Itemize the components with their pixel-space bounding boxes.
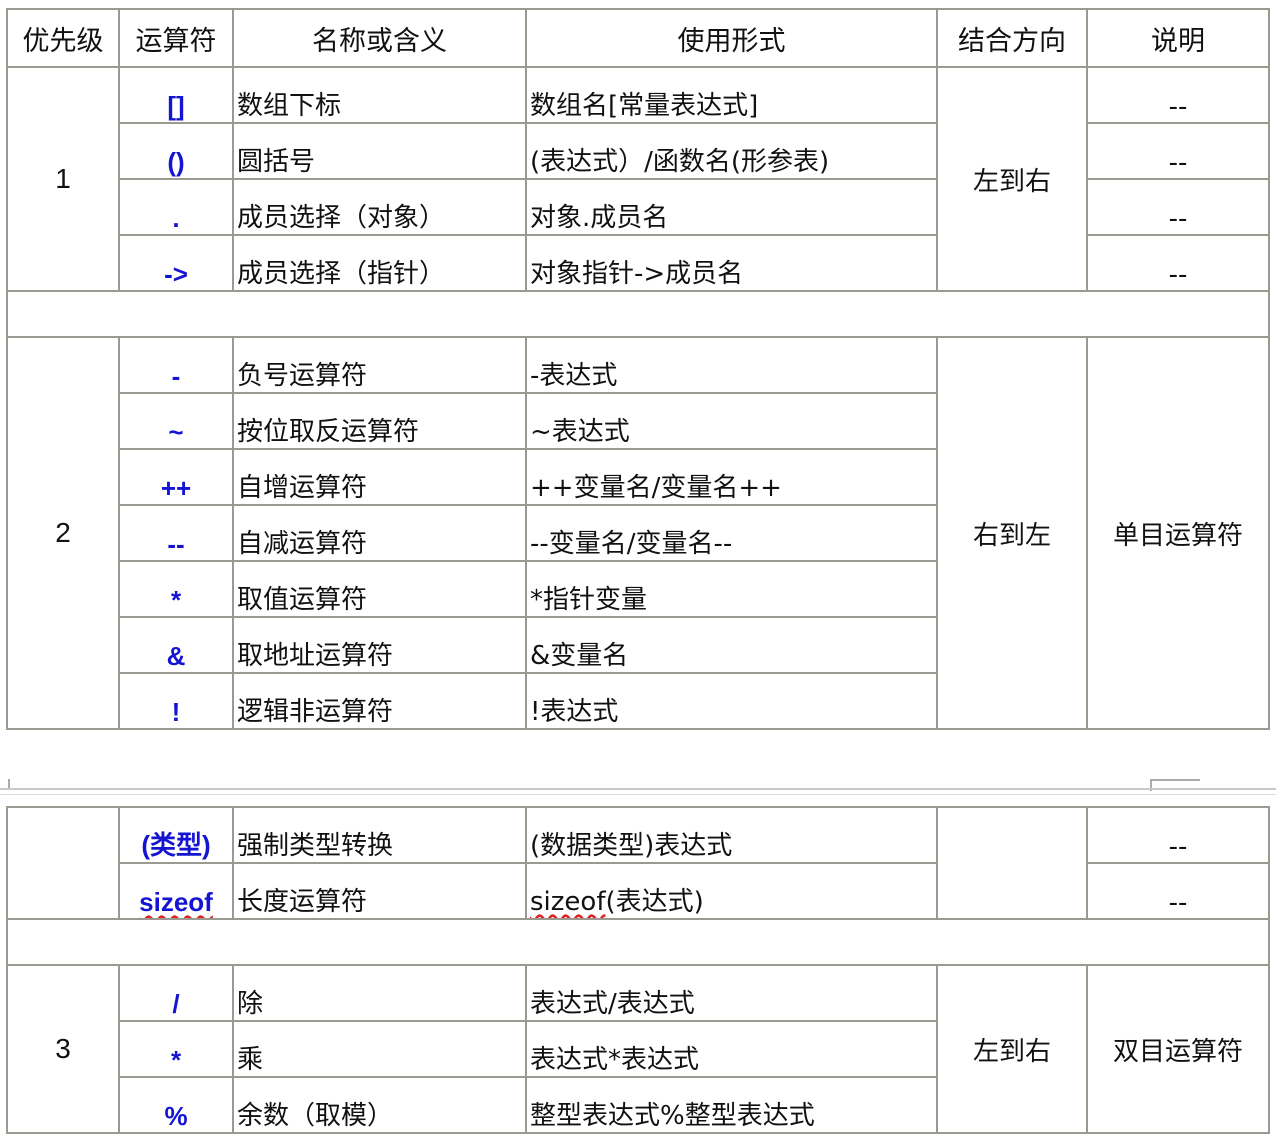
name-cell: 圆括号 [232,122,527,180]
assoc-cell: 右到左 [936,336,1088,730]
note-cell: 单目运算符 [1086,336,1270,730]
note-cell: -- [1086,66,1270,124]
operator-cell: [] [118,66,234,124]
usage-cell: &变量名 [525,616,938,674]
name-cell: 取值运算符 [232,560,527,618]
operator-cell: () [118,122,234,180]
operator-cell: - [118,336,234,394]
note-cell: -- [1086,806,1270,864]
usage-cell: !表达式 [525,672,938,730]
operator-cell: . [118,178,234,236]
spacer-cell [6,918,1270,966]
operator-cell: * [118,560,234,618]
usage-cell: (表达式）/函数名(形参表) [525,122,938,180]
name-cell: 乘 [232,1020,527,1078]
usage-cell: 表达式*表达式 [525,1020,938,1078]
usage-cell: -表达式 [525,336,938,394]
usage-cell: --变量名/变量名-- [525,504,938,562]
header-row: 优先级 运算符 名称或含义 使用形式 结合方向 说明 [6,8,1270,68]
name-cell: 除 [232,964,527,1022]
name-cell: 自减运算符 [232,504,527,562]
operator-cell: (类型) [118,806,234,864]
name-cell: 负号运算符 [232,336,527,394]
assoc-cell: 左到右 [936,66,1088,292]
usage-text: (表达式) [605,887,704,917]
priority-cell: 1 [6,66,120,292]
name-cell: 余数（取模） [232,1076,527,1134]
header-note: 说明 [1086,8,1270,68]
table-row: 3 / 除 表达式/表达式 左到右 双目运算符 [6,964,1270,1134]
spellcheck-underlined-text: sizeof [139,887,213,917]
usage-cell: 数组名[常量表达式] [525,66,938,124]
operator-cell: ! [118,672,234,730]
header-priority: 优先级 [6,8,120,68]
operator-cell: / [118,964,234,1022]
note-cell: -- [1086,178,1270,236]
name-cell: 自增运算符 [232,448,527,506]
operator-cell: * [118,1020,234,1078]
name-cell: 取地址运算符 [232,616,527,674]
spacer-row [6,290,1270,338]
name-cell: 长度运算符 [232,862,527,920]
header-assoc: 结合方向 [936,8,1088,68]
operator-precedence-table: 优先级 运算符 名称或含义 使用形式 结合方向 说明 1 [] 数组下标 数组名… [6,8,1270,730]
name-cell: 成员选择（指针） [232,234,527,292]
operator-cell: -- [118,504,234,562]
note-cell: -- [1086,122,1270,180]
operator-cell: ~ [118,392,234,450]
operator-cell: ++ [118,448,234,506]
usage-cell: ++变量名/变量名++ [525,448,938,506]
priority-cell [6,806,120,920]
usage-cell: ~表达式 [525,392,938,450]
usage-cell: (数据类型)表达式 [525,806,938,864]
assoc-cell: 左到右 [936,964,1088,1134]
usage-cell: 整型表达式%整型表达式 [525,1076,938,1134]
operator-cell: -> [118,234,234,292]
name-cell: 数组下标 [232,66,527,124]
note-cell: -- [1086,234,1270,292]
name-cell: 逻辑非运算符 [232,672,527,730]
usage-cell: 表达式/表达式 [525,964,938,1022]
header-operator: 运算符 [118,8,234,68]
operator-cell: & [118,616,234,674]
operator-cell: sizeof [118,862,234,920]
table-row: 2 - 负号运算符 -表达式 右到左 单目运算符 [6,336,1270,730]
table-row: 1 [] 数组下标 数组名[常量表达式] 左到右 -- [6,66,1270,292]
table-row: (类型) 强制类型转换 (数据类型)表达式 -- [6,806,1270,920]
page-break [0,788,1276,795]
operator-cell: % [118,1076,234,1134]
spacer-row [6,918,1270,966]
note-cell: -- [1086,862,1270,920]
usage-cell: *指针变量 [525,560,938,618]
usage-cell: sizeof(表达式) [525,862,938,920]
name-cell: 按位取反运算符 [232,392,527,450]
priority-cell: 2 [6,336,120,730]
name-cell: 成员选择（对象） [232,178,527,236]
usage-cell: 对象.成员名 [525,178,938,236]
assoc-cell [936,806,1088,920]
priority-cell: 3 [6,964,120,1134]
note-cell: 双目运算符 [1086,964,1270,1134]
name-cell: 强制类型转换 [232,806,527,864]
usage-cell: 对象指针->成员名 [525,234,938,292]
operator-precedence-table-continued: (类型) 强制类型转换 (数据类型)表达式 -- sizeof 长度运算符 si… [6,806,1270,1134]
header-name: 名称或含义 [232,8,527,68]
spacer-cell [6,290,1270,338]
spellcheck-underlined-text: sizeof [530,887,606,917]
header-usage: 使用形式 [525,8,938,68]
